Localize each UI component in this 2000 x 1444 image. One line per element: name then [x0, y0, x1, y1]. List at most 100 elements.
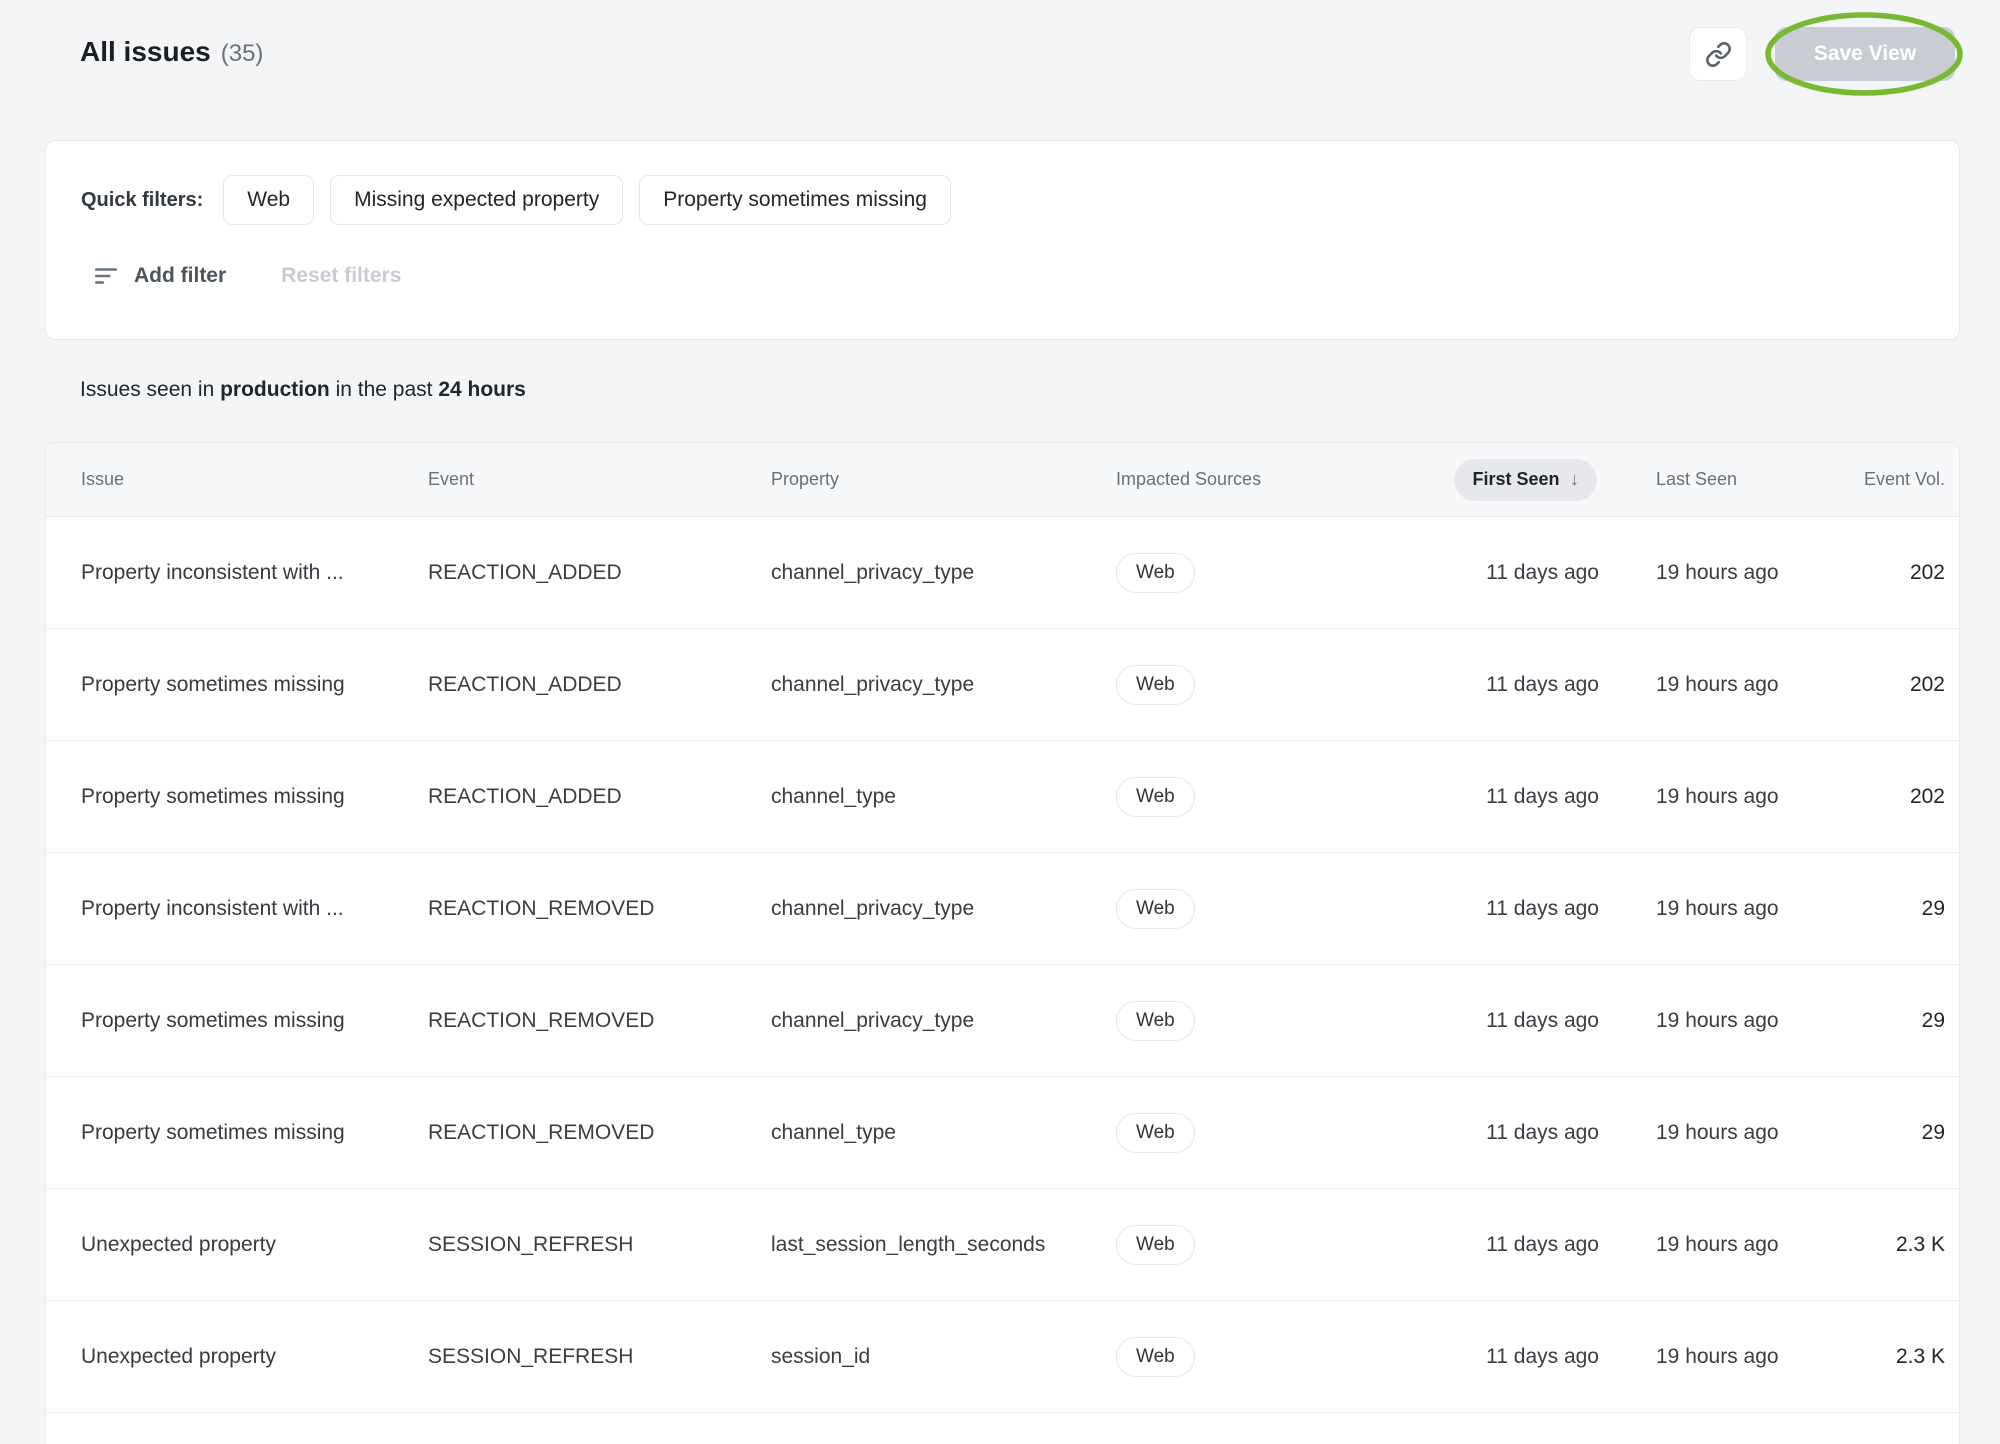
- property-cell: channel_privacy_type: [771, 673, 1116, 697]
- last-seen-cell: 19 hours ago: [1609, 1009, 1856, 1033]
- first-seen-cell: 11 days ago: [1411, 561, 1609, 585]
- toolbar: Save View: [1689, 27, 1955, 81]
- issue-cell: Unexpected property: [81, 1233, 428, 1257]
- property-cell: last_session_length_seconds: [771, 1233, 1116, 1257]
- event-vol-cell: 202: [1856, 785, 1945, 809]
- page-title-text: All issues: [80, 36, 211, 68]
- property-cell: channel_type: [771, 785, 1116, 809]
- page-title: All issues (35): [80, 36, 263, 68]
- issues-table: Issue Event Property Impacted Sources Fi…: [45, 442, 1960, 1444]
- quick-filters-label: Quick filters:: [81, 189, 203, 212]
- summary-timeframe: 24 hours: [438, 378, 526, 401]
- impacted-sources-cell: Web: [1116, 777, 1411, 817]
- last-seen-cell: 19 hours ago: [1609, 1345, 1856, 1369]
- table-row[interactable]: Property sometimes missing REACTION_ADDE…: [46, 629, 1959, 741]
- column-header-issue[interactable]: Issue: [81, 469, 428, 490]
- add-filter-label: Add filter: [134, 264, 226, 288]
- table-header-row: Issue Event Property Impacted Sources Fi…: [46, 443, 1959, 517]
- event-vol-cell: 29: [1856, 1009, 1945, 1033]
- event-vol-cell: 202: [1856, 673, 1945, 697]
- impacted-sources-cell: Web: [1116, 665, 1411, 705]
- issue-cell: Unexpected property: [81, 1345, 428, 1369]
- property-cell: channel_type: [771, 1121, 1116, 1145]
- event-vol-cell: 2.3 K: [1856, 1233, 1945, 1257]
- event-cell: REACTION_REMOVED: [428, 1121, 771, 1145]
- last-seen-cell: 19 hours ago: [1609, 1121, 1856, 1145]
- property-cell: channel_privacy_type: [771, 1009, 1116, 1033]
- last-seen-cell: 19 hours ago: [1609, 1233, 1856, 1257]
- table-row[interactable]: Property sometimes missing REACTION_REMO…: [46, 1077, 1959, 1189]
- table-row[interactable]: Unexpected property SESSION_REFRESH sess…: [46, 1301, 1959, 1413]
- column-header-event-vol[interactable]: Event Vol.: [1856, 469, 1945, 490]
- issue-cell: Property sometimes missing: [81, 1121, 428, 1145]
- table-row-partial: [46, 1413, 1959, 1444]
- event-vol-cell: 29: [1856, 897, 1945, 921]
- last-seen-cell: 19 hours ago: [1609, 785, 1856, 809]
- copy-link-button[interactable]: [1689, 27, 1747, 81]
- event-cell: SESSION_REFRESH: [428, 1345, 771, 1369]
- issue-cell: Property inconsistent with ...: [81, 897, 428, 921]
- property-cell: session_id: [771, 1345, 1116, 1369]
- first-seen-cell: 11 days ago: [1411, 1233, 1609, 1257]
- source-badge-web: Web: [1116, 889, 1195, 929]
- quick-filter-missing-expected-property[interactable]: Missing expected property: [330, 175, 623, 225]
- issue-cell: Property sometimes missing: [81, 1009, 428, 1033]
- first-seen-sort-pill[interactable]: First Seen ↓: [1454, 459, 1597, 501]
- column-header-property[interactable]: Property: [771, 469, 1116, 490]
- source-badge-web: Web: [1116, 1113, 1195, 1153]
- quick-filter-property-sometimes-missing[interactable]: Property sometimes missing: [639, 175, 951, 225]
- impacted-sources-cell: Web: [1116, 1001, 1411, 1041]
- summary-prefix: Issues seen in: [80, 378, 220, 401]
- summary-environment: production: [220, 378, 330, 401]
- impacted-sources-cell: Web: [1116, 889, 1411, 929]
- reset-filters-button[interactable]: Reset filters: [281, 264, 401, 288]
- impacted-sources-cell: Web: [1116, 553, 1411, 593]
- event-cell: REACTION_ADDED: [428, 673, 771, 697]
- summary-middle: in the past: [330, 378, 439, 401]
- link-icon: [1705, 41, 1732, 68]
- first-seen-cell: 11 days ago: [1411, 1345, 1609, 1369]
- source-badge-web: Web: [1116, 777, 1195, 817]
- source-badge-web: Web: [1116, 1001, 1195, 1041]
- event-vol-cell: 202: [1856, 561, 1945, 585]
- table-row[interactable]: Unexpected property SESSION_REFRESH last…: [46, 1189, 1959, 1301]
- add-filter-button[interactable]: Add filter: [93, 263, 226, 289]
- event-cell: REACTION_ADDED: [428, 561, 771, 585]
- first-seen-cell: 11 days ago: [1411, 897, 1609, 921]
- table-row[interactable]: Property sometimes missing REACTION_REMO…: [46, 965, 1959, 1077]
- event-vol-cell: 2.3 K: [1856, 1345, 1945, 1369]
- table-row[interactable]: Property inconsistent with ... REACTION_…: [46, 853, 1959, 965]
- quick-filters-row: Quick filters: Web Missing expected prop…: [81, 175, 1924, 225]
- property-cell: channel_privacy_type: [771, 897, 1116, 921]
- last-seen-cell: 19 hours ago: [1609, 673, 1856, 697]
- first-seen-cell: 11 days ago: [1411, 1121, 1609, 1145]
- property-cell: channel_privacy_type: [771, 561, 1116, 585]
- first-seen-cell: 11 days ago: [1411, 785, 1609, 809]
- issue-cell: Property sometimes missing: [81, 673, 428, 697]
- source-badge-web: Web: [1116, 553, 1195, 593]
- issue-count: (35): [221, 40, 264, 68]
- issue-cell: Property sometimes missing: [81, 785, 428, 809]
- table-row[interactable]: Property sometimes missing REACTION_ADDE…: [46, 741, 1959, 853]
- event-cell: REACTION_REMOVED: [428, 897, 771, 921]
- event-cell: REACTION_REMOVED: [428, 1009, 771, 1033]
- first-seen-cell: 11 days ago: [1411, 673, 1609, 697]
- source-badge-web: Web: [1116, 1337, 1195, 1377]
- filter-lines-icon: [93, 263, 119, 289]
- column-header-last-seen[interactable]: Last Seen: [1609, 469, 1856, 490]
- table-row[interactable]: Property inconsistent with ... REACTION_…: [46, 517, 1959, 629]
- event-cell: SESSION_REFRESH: [428, 1233, 771, 1257]
- column-header-impacted-sources[interactable]: Impacted Sources: [1116, 469, 1411, 490]
- sort-descending-icon: ↓: [1570, 469, 1580, 491]
- last-seen-cell: 19 hours ago: [1609, 561, 1856, 585]
- first-seen-cell: 11 days ago: [1411, 1009, 1609, 1033]
- impacted-sources-cell: Web: [1116, 1225, 1411, 1265]
- issues-summary: Issues seen in production in the past 24…: [80, 378, 526, 402]
- column-header-event[interactable]: Event: [428, 469, 771, 490]
- first-seen-label: First Seen: [1472, 469, 1559, 490]
- column-header-first-seen: First Seen ↓: [1411, 459, 1609, 501]
- quick-filter-web[interactable]: Web: [223, 175, 314, 225]
- save-view-button[interactable]: Save View: [1775, 27, 1955, 81]
- source-badge-web: Web: [1116, 1225, 1195, 1265]
- event-cell: REACTION_ADDED: [428, 785, 771, 809]
